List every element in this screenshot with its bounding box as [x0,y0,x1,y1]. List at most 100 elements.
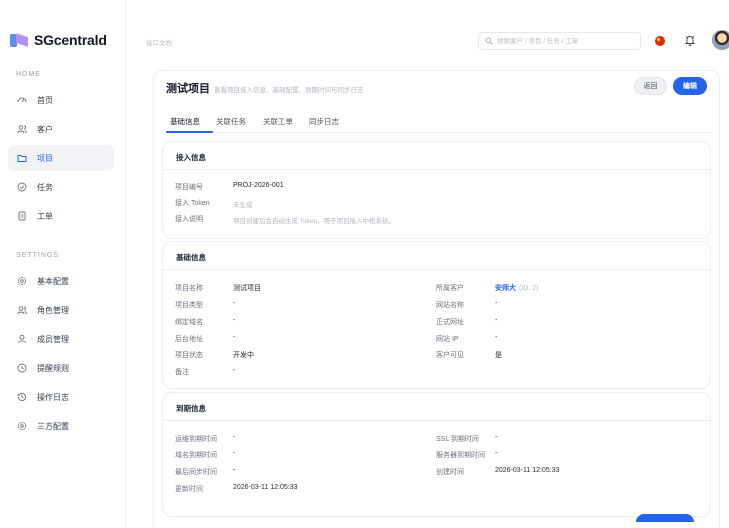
users-icon [17,306,27,315]
field-label: 项目状态 [175,352,203,359]
field-label: 所属客户 [436,285,464,292]
field-label: 更新时间 [175,486,203,493]
logo-text: SGcentrald [34,32,107,48]
nav-section-home: HOME [16,71,41,78]
field-value: - [233,334,236,341]
field-label: 最后同步时间 [175,469,217,476]
sidebar-item-home[interactable]: 首页 [8,87,114,113]
field-value: - [233,367,236,374]
access-info-panel: 接入信息 项目编号 PROJ-2026-001 接入 Token 未生成 接入说… [162,141,711,239]
sidebar-item-label: 工单 [37,211,53,221]
field-label: 运维到期时间 [175,436,217,443]
tab-bar: 基础信息 关联任务 关联工单 同步日志 [166,113,712,133]
customer-name: 安师大 [495,285,516,292]
back-button[interactable]: 返回 [634,77,667,95]
field-value: - [495,334,498,341]
field-label: 接入 Token [175,200,210,207]
logo[interactable]: SGcentrald [10,32,107,48]
sidebar-item-members[interactable]: 成员管理 [8,326,114,352]
field-label: 正式网址 [436,319,464,326]
sidebar-item-customers[interactable]: 客户 [8,116,114,142]
language-flag-icon[interactable] [655,36,665,46]
field-label: SSL 到期时间 [436,436,479,443]
field-value: - [233,467,236,474]
avatar[interactable] [712,30,729,50]
sidebar-item-tasks[interactable]: 任务 [8,174,114,200]
sidebar-item-label: 提醒规则 [37,363,69,373]
users-icon [17,125,27,134]
check-circle-icon [17,182,27,192]
updated-time-value: 2026-03-11 12:05:33 [233,484,298,491]
gear-icon [17,276,27,286]
token-value: 未生成 [233,202,253,209]
user-icon [18,334,26,344]
field-label: 接入说明 [175,216,203,223]
field-label: 备注 [175,369,189,376]
sidebar-item-label: 成员管理 [37,334,69,344]
tab-basic-info[interactable]: 基础信息 [170,116,200,127]
created-time-value: 2026-03-11 12:05:33 [495,467,560,474]
search-input[interactable] [497,37,637,45]
field-value: - [495,450,498,457]
panel-title: 到期信息 [176,404,206,413]
active-tab-indicator [166,131,213,133]
field-value: - [233,317,236,324]
tab-related-tickets[interactable]: 关联工单 [263,116,293,127]
field-label: 项目类型 [175,302,203,309]
panel-header: 到期信息 [163,393,710,421]
breadcrumb[interactable]: 接口文档 [146,37,172,47]
field-value: 是 [495,352,502,359]
sidebar-item-roles[interactable]: 角色管理 [8,297,114,323]
field-label: 后台地址 [175,336,203,343]
page-subtitle: 查看项目接入信息、基础配置、到期时间与同步日志 [214,87,364,94]
sidebar-item-tickets[interactable]: 工单 [8,203,114,229]
nav-section-settings: SETTINGS [16,252,60,259]
sidebar-item-label: 三方配置 [37,421,69,431]
history-icon [17,392,26,402]
field-label: 客户可见 [436,352,464,359]
floating-action-button[interactable] [636,514,694,522]
tab-related-tasks[interactable]: 关联任务 [216,116,246,127]
page-title: 测试项目 [166,83,210,95]
field-value: - [495,300,498,307]
field-label: 绑定域名 [175,319,203,326]
expiry-info-panel: 到期信息 运维到期时间 - 域名到期时间 - 最后同步时间 - 更新时间 202… [162,392,711,517]
sidebar-item-label: 任务 [37,182,53,192]
sidebar-item-label: 操作日志 [37,392,69,402]
customer-id: (ID: 2) [519,285,539,292]
field-label: 网站 IP [436,336,459,343]
field-value: - [495,434,498,441]
dashboard-icon [17,97,27,103]
basic-info-panel: 基础信息 项目名称 测试项目 项目类型 - 绑定域名 - 后台地址 - 项目状态… [162,241,711,389]
sidebar-item-third-party[interactable]: 三方配置 [8,413,114,439]
sidebar: SGcentrald HOME 首页 客户 项目 任务 工单 SETTINGS … [0,0,126,528]
sidebar-item-reminders[interactable]: 提醒规则 [8,355,114,381]
field-label: 项目名称 [175,285,203,292]
panel-title: 基础信息 [176,253,206,262]
access-note-value: 项目创建后会自动生成 Token，用于项目接入中枢系统。 [233,218,396,225]
tab-sync-logs[interactable]: 同步日志 [309,116,339,127]
status-value: 开发中 [233,352,254,359]
field-label: 网站名称 [436,302,464,309]
sidebar-item-label: 客户 [37,124,53,134]
sidebar-item-label: 基本配置 [37,276,69,286]
sidebar-item-projects[interactable]: 项目 [8,145,114,171]
field-label: 服务器到期时间 [436,452,485,459]
clock-icon [17,363,27,373]
project-code-value: PROJ-2026-001 [233,182,284,189]
edit-button[interactable]: 编辑 [673,77,707,95]
sidebar-item-label: 项目 [37,153,53,163]
customer-link[interactable]: 安师大 (ID: 2) [495,283,538,293]
sidebar-item-logs[interactable]: 操作日志 [8,384,114,410]
gear-icon [17,421,27,431]
field-value: - [233,434,236,441]
sidebar-item-basic-config[interactable]: 基本配置 [8,268,114,294]
search-box[interactable] [478,32,641,50]
logo-icon [10,33,28,47]
folder-icon [17,155,27,162]
bell-icon[interactable] [684,34,696,46]
panel-header: 接入信息 [163,142,710,170]
field-value: - [233,300,236,307]
search-icon [485,37,493,45]
document-icon [18,211,26,221]
